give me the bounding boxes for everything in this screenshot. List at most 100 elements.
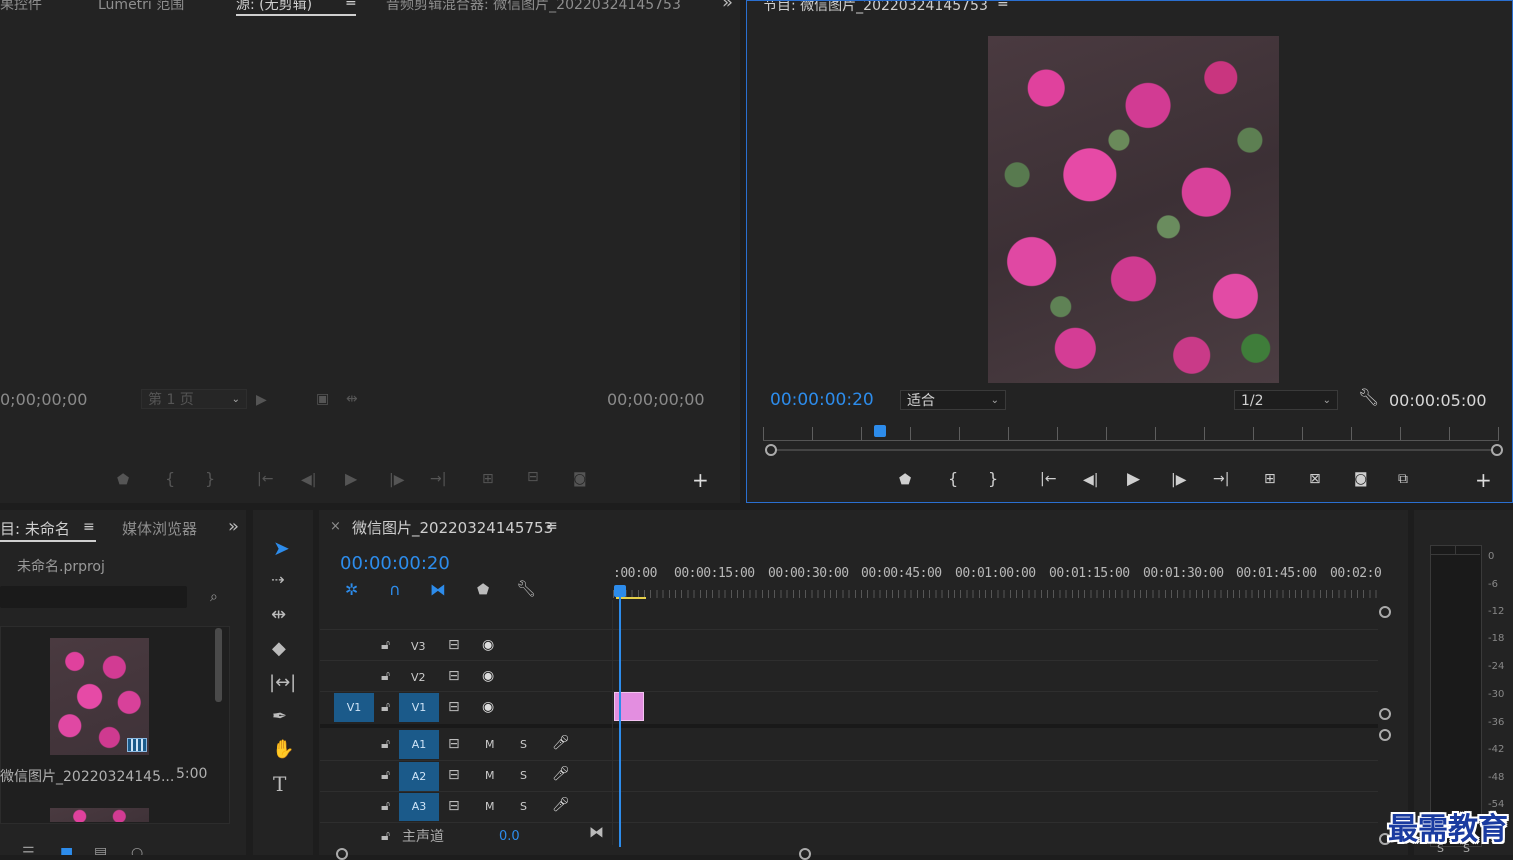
tab-audio-clip-mixer[interactable]: 音频剪辑混合器: 微信图片_20220324145753 xyxy=(386,0,691,14)
page-select[interactable]: 第 1 页 ⌄ xyxy=(141,389,247,409)
close-sequence-icon[interactable]: × xyxy=(330,519,341,534)
tab-source[interactable]: 源: (无剪辑) xyxy=(236,0,312,14)
solo-button[interactable]: S xyxy=(520,770,527,781)
zoom-scrollbar[interactable] xyxy=(769,449,1495,451)
lock-icon[interactable]: 🔓︎ xyxy=(381,737,390,751)
nest-icon[interactable]: ✲ xyxy=(345,582,358,598)
microphone-icon[interactable]: 🎤︎ xyxy=(552,767,570,781)
razor-tool-icon[interactable]: ◆ xyxy=(272,640,286,658)
go-to-in-icon[interactable]: |← xyxy=(1040,472,1056,486)
freeform-view-icon[interactable]: ▤ xyxy=(94,846,107,855)
track-select-tool-icon[interactable]: ⇢ xyxy=(271,572,284,588)
type-tool-icon[interactable]: T xyxy=(273,774,286,794)
bin-scrollbar[interactable] xyxy=(215,628,222,702)
program-video-frame[interactable] xyxy=(988,36,1279,383)
step-forward-icon[interactable]: |▶ xyxy=(1171,473,1186,487)
camera-icon[interactable]: ◙ xyxy=(1354,472,1368,486)
program-tab-menu-icon[interactable]: ≡ xyxy=(997,1,1009,11)
list-view-icon[interactable]: ☰ xyxy=(22,846,35,855)
source-patch-v1[interactable]: V1 xyxy=(334,693,374,722)
insert-icon[interactable]: ⊞ xyxy=(482,472,494,486)
lock-icon[interactable]: 🔓︎ xyxy=(381,638,390,652)
sync-lock-icon[interactable]: ⊟ xyxy=(448,768,460,782)
program-timecode[interactable]: 00:00:00:20 xyxy=(770,390,874,410)
sync-lock-icon[interactable]: ⊟ xyxy=(448,799,460,813)
track-label-v2[interactable]: V2 xyxy=(411,672,426,683)
find-icon[interactable]: ⌕ xyxy=(210,590,218,604)
mark-out-icon[interactable]: } xyxy=(205,471,215,487)
comparison-view-icon[interactable]: ⧉ xyxy=(1398,472,1408,486)
sync-lock-icon[interactable]: ⊟ xyxy=(448,638,460,652)
horizontal-scroll-handle-left[interactable] xyxy=(336,848,348,860)
wrench-icon[interactable]: 🔧︎ xyxy=(516,581,536,597)
add-marker-icon[interactable]: ⬟ xyxy=(899,473,911,487)
overwrite-icon[interactable]: ⊟ xyxy=(527,470,539,484)
program-playhead[interactable] xyxy=(874,425,886,437)
mark-in-icon[interactable]: { xyxy=(948,471,958,487)
tab-lumetri-scopes[interactable]: Lumetri 范围 xyxy=(98,0,184,14)
track-label-a2[interactable]: A2 xyxy=(399,762,439,791)
icon-view-icon[interactable]: ■ xyxy=(60,846,73,855)
ripple-edit-tool-icon[interactable]: ⇹ xyxy=(271,606,286,624)
add-marker-icon[interactable]: ⬟ xyxy=(117,473,129,487)
lock-icon[interactable]: 🔓︎ xyxy=(381,768,390,782)
clip-thumbnail-2[interactable] xyxy=(50,808,149,822)
lock-icon[interactable]: 🔓︎ xyxy=(381,700,390,714)
master-volume-value[interactable]: 0.0 xyxy=(499,829,520,844)
selection-tool-icon[interactable]: ➤ xyxy=(273,538,290,558)
linked-selection-icon[interactable]: ⧓ xyxy=(430,582,446,598)
timeline-ruler-ticks[interactable] xyxy=(613,590,1378,598)
zoom-handle-right[interactable] xyxy=(1491,444,1503,456)
sequence-tab-menu-icon[interactable]: ≡ xyxy=(546,518,558,534)
sync-lock-icon[interactable]: ⊟ xyxy=(448,737,460,751)
step-forward-icon[interactable]: |▶ xyxy=(389,473,404,487)
video-scroll-handle-top[interactable] xyxy=(1379,606,1391,618)
tab-project[interactable]: 目: 未命名 xyxy=(0,518,70,539)
slip-tool-icon[interactable]: |↔| xyxy=(269,674,296,692)
video-scroll-handle-bottom[interactable] xyxy=(1379,708,1391,720)
mute-button[interactable]: M xyxy=(485,739,495,750)
play-triangle-small-icon[interactable]: ▶ xyxy=(256,393,267,407)
tab-effect-controls[interactable]: 果控件 xyxy=(0,0,42,14)
mute-button[interactable]: M xyxy=(485,801,495,812)
timeline-playhead-line[interactable] xyxy=(619,597,621,847)
snap-icon[interactable]: ∩ xyxy=(389,582,401,598)
go-to-out-icon[interactable]: →| xyxy=(430,472,446,486)
lock-icon[interactable]: 🔓︎ xyxy=(381,669,390,683)
go-to-next-edit-icon[interactable]: ⧓ xyxy=(589,825,604,840)
add-button-icon[interactable]: + xyxy=(692,470,709,490)
microphone-icon[interactable]: 🎤︎ xyxy=(552,798,570,812)
timeline-timecode[interactable]: 00:00:00:20 xyxy=(340,553,450,574)
microphone-icon[interactable]: 🎤︎ xyxy=(552,736,570,750)
track-label-a3[interactable]: A3 xyxy=(399,793,439,821)
track-label-a1[interactable]: A1 xyxy=(399,730,439,759)
zoom-handle-left[interactable] xyxy=(765,444,777,456)
play-icon[interactable]: ▶ xyxy=(1127,471,1140,488)
go-to-out-icon[interactable]: →| xyxy=(1213,472,1229,486)
mark-out-icon[interactable]: } xyxy=(988,471,998,487)
export-frame-icon[interactable]: ▣ xyxy=(316,392,329,406)
timeline-playhead-head[interactable] xyxy=(614,585,626,597)
step-back-icon[interactable]: ◀| xyxy=(301,473,316,487)
project-tab-menu-icon[interactable]: ≡ xyxy=(83,519,95,535)
panel-overflow-icon[interactable]: » xyxy=(722,0,733,13)
wrench-icon[interactable]: 🔧︎ xyxy=(1358,390,1380,407)
resolution-select[interactable]: 1/2 ⌄ xyxy=(1234,390,1338,410)
program-panel-title[interactable]: 节目: 微信图片_20220324145753 xyxy=(763,1,988,15)
mute-button[interactable]: M xyxy=(485,770,495,781)
clip-name[interactable]: 微信图片_20220324145... xyxy=(0,766,174,786)
audio-scroll-handle-top[interactable] xyxy=(1379,729,1391,741)
source-timecode-left[interactable]: 0;00;00;00 xyxy=(0,390,87,409)
track-label-v3[interactable]: V3 xyxy=(411,641,426,652)
play-icon[interactable]: ▶ xyxy=(345,471,357,487)
camera-icon[interactable]: ◙ xyxy=(573,472,587,486)
eye-icon[interactable]: ◉ xyxy=(482,700,494,714)
pen-tool-icon[interactable]: ✒ xyxy=(272,708,287,726)
solo-button[interactable]: S xyxy=(520,739,527,750)
panel-overflow-icon[interactable]: » xyxy=(228,516,239,537)
go-to-in-icon[interactable]: |← xyxy=(257,472,273,486)
lock-icon[interactable]: 🔓︎ xyxy=(381,799,390,813)
zoom-slider-icon[interactable]: ○ xyxy=(131,846,143,855)
add-marker-icon[interactable]: ⬟ xyxy=(477,583,489,597)
sync-lock-icon[interactable]: ⊟ xyxy=(448,669,460,683)
